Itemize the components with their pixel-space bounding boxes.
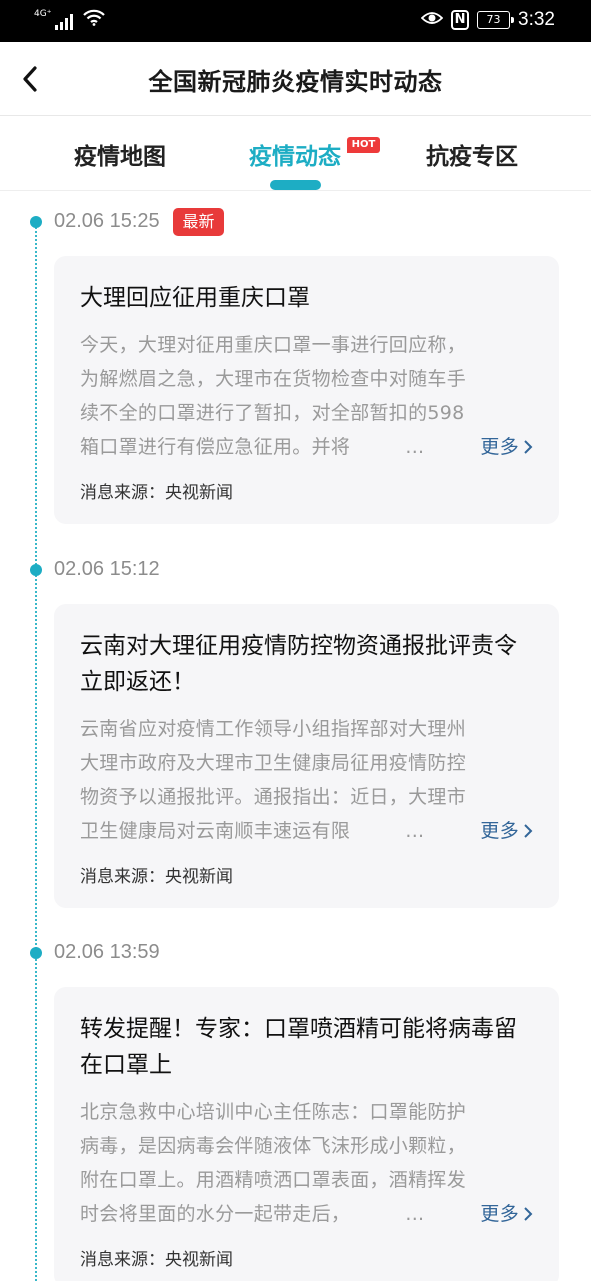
news-card[interactable]: 大理回应征用重庆口罩 今天，大理对征用重庆口罩一事进行回应称， 为解燃眉之急，大… [54,256,559,524]
wifi-icon [83,9,106,30]
news-summary: 今天，大理对征用重庆口罩一事进行回应称， 为解燃眉之急，大理市在货物检查中对随车… [80,328,533,464]
news-source: 消息来源：央视新闻 [80,483,233,503]
clock: 3:32 [518,9,555,30]
active-tab-indicator [270,180,321,190]
timestamp: 02.06 15:25 [54,210,160,232]
summary-line: 大理市政府及大理市卫生健康局征用疫情防控 [80,752,467,774]
status-right: N 73 3:32 [420,9,555,31]
ellipsis: ... [405,820,425,842]
summary-line: 为解燃眉之急，大理市在货物检查中对随车手 [80,368,467,390]
ellipsis: ... [405,436,425,458]
hot-badge: HOT [347,137,380,153]
news-title: 大理回应征用重庆口罩 [80,285,310,311]
more-label: 更多 [480,820,519,842]
more-link[interactable]: ... 更多 [375,1197,533,1231]
ellipsis: ... [405,1203,425,1225]
timestamp: 02.06 13:59 [54,941,160,963]
summary-line: 北京急救中心培训中心主任陈志：口罩能防护 [80,1101,467,1123]
app-header: 全国新冠肺炎疫情实时动态 [0,42,591,116]
more-label: 更多 [480,1203,519,1225]
summary-line: 今天，大理对征用重庆口罩一事进行回应称， [80,334,467,356]
page-title: 全国新冠肺炎疫情实时动态 [148,68,443,96]
more-link[interactable]: ... 更多 [375,430,533,464]
tab-epidemic-map[interactable]: 疫情地图 [40,137,200,171]
eye-icon [420,10,444,31]
news-source: 消息来源：央视新闻 [80,1250,233,1270]
timeline-dot [30,216,42,228]
nfc-icon: N [451,10,470,30]
news-summary: 北京急救中心培训中心主任陈志：口罩能防护 病毒，是因病毒会伴随液体飞沫形成小颗粒… [80,1095,533,1231]
latest-badge: 最新 [173,208,224,236]
network-type: 4G⁺ [34,9,52,19]
more-link[interactable]: ... 更多 [375,814,533,848]
status-left: 4G⁺ [34,9,106,30]
news-card[interactable]: 转发提醒！专家：口罩喷酒精可能将病毒留在口罩上 北京急救中心培训中心主任陈志：口… [54,987,559,1281]
news-source: 消息来源：央视新闻 [80,867,233,887]
chevron-right-icon [524,1207,533,1221]
summary-line: 云南省应对疫情工作领导小组指挥部对大理州 [80,718,467,740]
news-title: 云南对大理征用疫情防控物资通报批评责令立即返还！ [80,633,517,695]
news-title: 转发提醒！专家：口罩喷酒精可能将病毒留在口罩上 [80,1016,517,1078]
timeline-line [35,222,37,1281]
timestamp: 02.06 15:12 [54,558,160,580]
news-summary: 云南省应对疫情工作领导小组指挥部对大理州 大理市政府及大理市卫生健康局征用疫情防… [80,712,533,848]
timeline-dot [30,947,42,959]
summary-line: 物资予以通报批评。通报指出：近日，大理市 [80,786,467,808]
news-card[interactable]: 云南对大理征用疫情防控物资通报批评责令立即返还！ 云南省应对疫情工作领导小组指挥… [54,604,559,908]
chevron-right-icon [524,824,533,838]
more-label: 更多 [480,436,519,458]
timeline-dot [30,564,42,576]
summary-line: 病毒，是因病毒会伴随液体飞沫形成小颗粒， [80,1135,467,1157]
summary-line: 附在口罩上。用酒精喷洒口罩表面，酒精挥发 [80,1169,467,1191]
tab-anti-epidemic-zone[interactable]: 抗疫专区 [392,137,552,171]
chevron-right-icon [524,440,533,454]
status-bar: 4G⁺ N 73 3:32 [0,0,591,42]
battery-icon: 73 [477,11,515,29]
signal-icon [55,14,74,30]
summary-line: 续不全的口罩进行了暂扣，对全部暂扣的598 [80,402,465,424]
